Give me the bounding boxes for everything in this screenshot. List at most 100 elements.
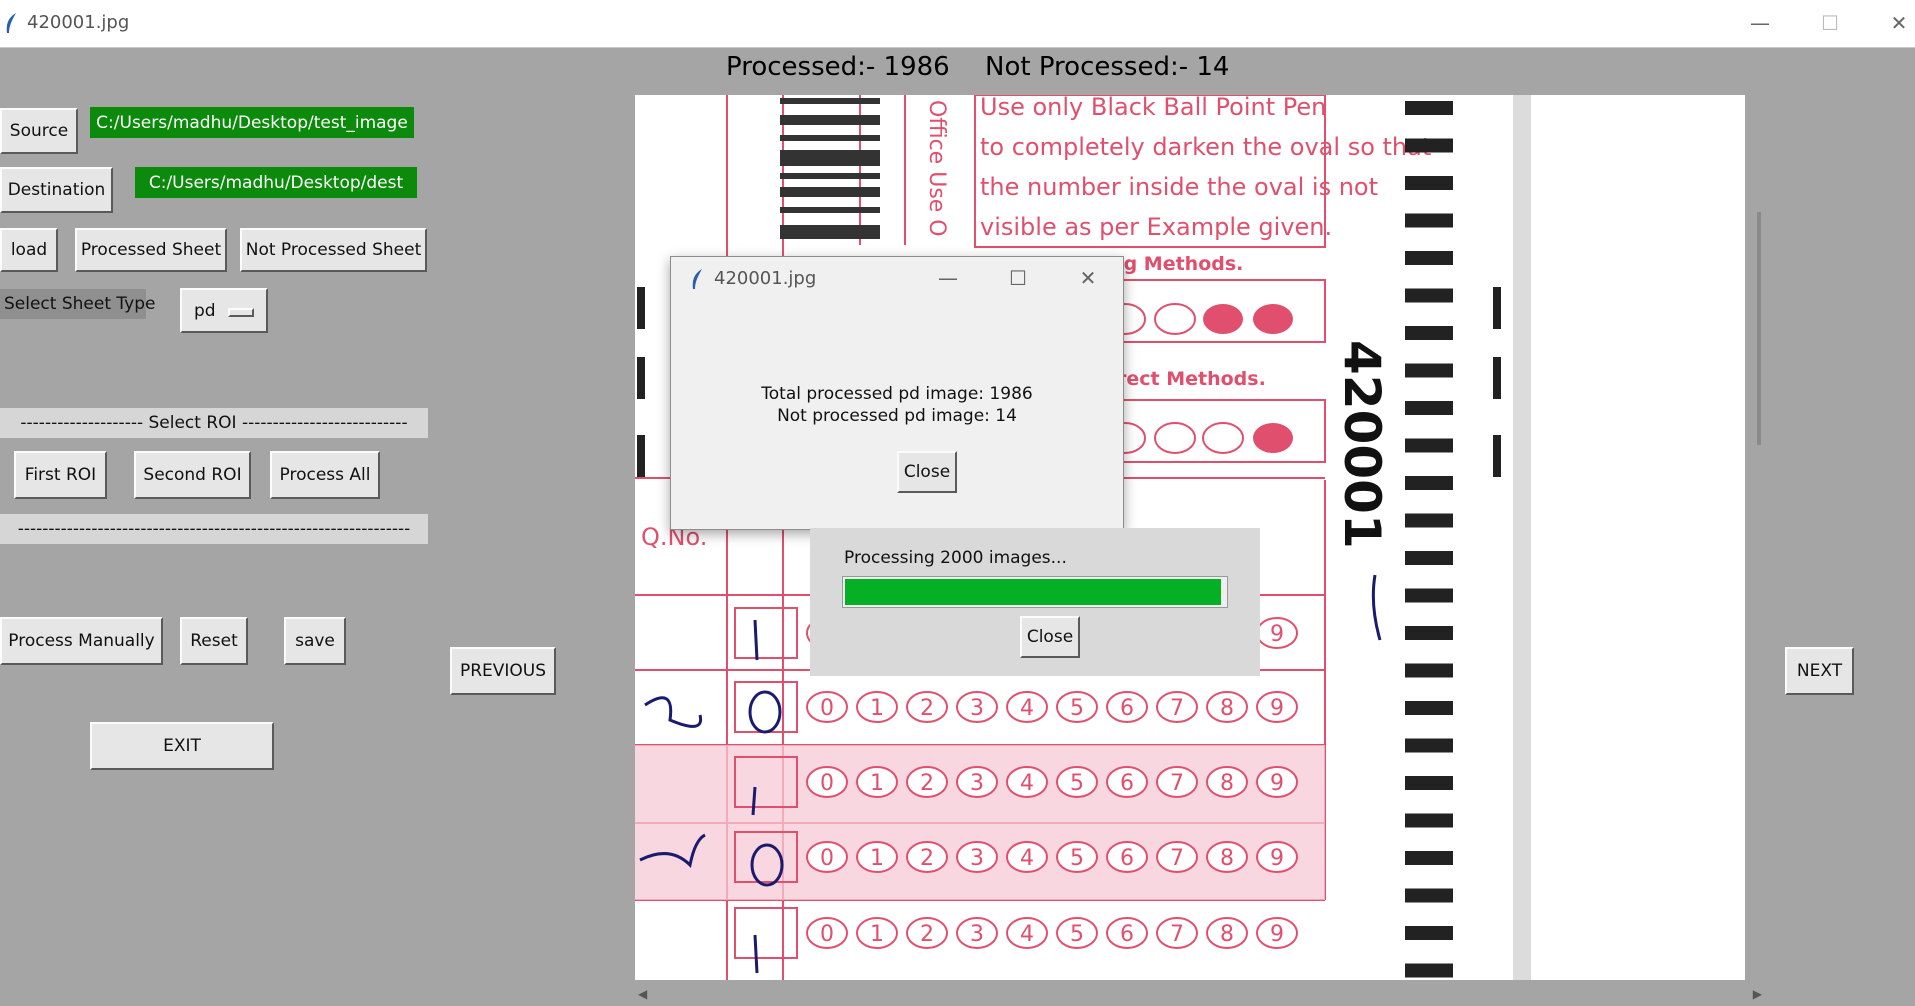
bubble-digit: 9 bbox=[1270, 771, 1284, 796]
bubble-digit: 3 bbox=[970, 922, 984, 947]
progress-bar bbox=[842, 576, 1228, 608]
timing-mark bbox=[1405, 288, 1453, 303]
dialog-minimize-icon[interactable]: — bbox=[933, 264, 963, 292]
bubble-digit: 5 bbox=[1070, 771, 1084, 796]
sheet-number: 420001 bbox=[1333, 340, 1391, 549]
dropdown-indicator-icon bbox=[228, 308, 254, 317]
previous-button[interactable]: PREVIOUS bbox=[450, 647, 556, 695]
source-button[interactable]: Source bbox=[0, 108, 78, 154]
bubble-digit: 7 bbox=[1170, 922, 1184, 947]
progress-text: Processing 2000 images... bbox=[844, 548, 1067, 568]
not-processed-count: Not Processed:- 14 bbox=[985, 52, 1230, 82]
bubble-digit: 1 bbox=[870, 922, 884, 947]
next-button[interactable]: NEXT bbox=[1785, 647, 1854, 695]
progress-window: Processing 2000 images... Close bbox=[810, 528, 1260, 676]
save-button[interactable]: save bbox=[284, 617, 346, 665]
processed-count: Processed:- 1986 bbox=[726, 52, 950, 82]
sheet-type-label: Select Sheet Type bbox=[0, 289, 155, 319]
bubble-digit: 3 bbox=[970, 846, 984, 871]
instruction-line: visible as per Example given. bbox=[980, 213, 1332, 241]
bubble-digit: 8 bbox=[1220, 771, 1234, 796]
bubble-digit: 5 bbox=[1070, 846, 1084, 871]
timing-mark bbox=[1405, 513, 1453, 528]
bubble-digit: 3 bbox=[970, 696, 984, 721]
timing-mark bbox=[1405, 926, 1453, 940]
timing-mark bbox=[1405, 588, 1453, 603]
timing-mark bbox=[1405, 213, 1453, 228]
timing-mark bbox=[1405, 776, 1453, 790]
second-roi-button[interactable]: Second ROI bbox=[134, 451, 251, 499]
process-all-button[interactable]: Process All bbox=[270, 451, 380, 499]
first-roi-button[interactable]: First ROI bbox=[14, 451, 107, 499]
bubble-digit: 4 bbox=[1020, 696, 1034, 721]
bubble-digit: 6 bbox=[1120, 771, 1134, 796]
feather-icon bbox=[6, 13, 16, 33]
sheet-type-value: pd bbox=[194, 300, 216, 321]
bubble-digit: 0 bbox=[820, 696, 834, 721]
dialog-close-button[interactable]: Close bbox=[897, 451, 957, 493]
source-path-label: C:/Users/madhu/Desktop/test_image bbox=[90, 107, 414, 138]
reset-button[interactable]: Reset bbox=[180, 617, 248, 665]
instruction-line: to completely darken the oval so that bbox=[980, 133, 1431, 161]
bubble-digit: 4 bbox=[1020, 922, 1034, 947]
bubble-digit: 1 bbox=[870, 696, 884, 721]
sheet-type-dropdown[interactable]: pd bbox=[180, 288, 268, 333]
bubble-digit: 4 bbox=[1020, 846, 1034, 871]
timing-mark bbox=[1405, 138, 1453, 153]
dialog-title: 420001.jpg bbox=[714, 268, 817, 289]
timing-mark bbox=[1405, 626, 1453, 640]
bubble-digit: 5 bbox=[1070, 922, 1084, 947]
process-manually-button[interactable]: Process Manually bbox=[0, 617, 163, 665]
bubble-digit: 8 bbox=[1220, 696, 1234, 721]
horizontal-scrollbar[interactable]: ◀ ▶ bbox=[635, 985, 1765, 1003]
correct-methods-text: rect Methods. bbox=[1117, 368, 1266, 390]
roi-separator: -------------------- Select ROI --------… bbox=[0, 408, 428, 438]
close-icon[interactable]: ✕ bbox=[1884, 9, 1914, 37]
bubble-digit: 3 bbox=[970, 771, 984, 796]
bubble-digit: 4 bbox=[1020, 771, 1034, 796]
timing-mark bbox=[1405, 813, 1453, 828]
bubble-digit: 0 bbox=[820, 922, 834, 947]
scroll-left-icon[interactable]: ◀ bbox=[638, 987, 647, 1001]
instruction-line: the number inside the oval is not bbox=[980, 173, 1378, 201]
bubble-digit: 2 bbox=[920, 846, 934, 871]
timing-mark bbox=[1405, 551, 1453, 565]
timing-mark bbox=[1405, 401, 1453, 415]
load-button[interactable]: load bbox=[0, 228, 58, 272]
bubble-digit: 0 bbox=[820, 771, 834, 796]
progress-bar-fill bbox=[845, 579, 1221, 605]
control-panel bbox=[0, 88, 435, 1006]
destination-button[interactable]: Destination bbox=[0, 167, 113, 213]
bubble-digit: 7 bbox=[1170, 696, 1184, 721]
timing-mark bbox=[1405, 851, 1453, 865]
timing-mark bbox=[1405, 701, 1453, 715]
timing-mark bbox=[1405, 738, 1453, 753]
dialog-close-icon[interactable]: ✕ bbox=[1073, 264, 1103, 292]
dialog-message-processed: Total processed pd image: 1986 bbox=[761, 384, 1033, 404]
bubble-digit: 2 bbox=[920, 922, 934, 947]
bubble-digit: 1 bbox=[870, 771, 884, 796]
timing-mark bbox=[1405, 663, 1453, 678]
dialog-message-not-processed: Not processed pd image: 14 bbox=[777, 406, 1017, 426]
info-dialog: 420001.jpg — ☐ ✕ Total processed pd imag… bbox=[670, 256, 1124, 530]
minimize-icon[interactable]: — bbox=[1745, 9, 1775, 37]
timing-mark bbox=[1405, 363, 1453, 378]
dialog-titlebar: 420001.jpg — ☐ ✕ bbox=[671, 257, 1123, 301]
bubble-digit: 7 bbox=[1170, 771, 1184, 796]
bubble-digit: 2 bbox=[920, 771, 934, 796]
status-bar: Processed:- 1986 Not Processed:- 14 bbox=[0, 48, 1915, 88]
timing-mark bbox=[1405, 888, 1453, 903]
dialog-maximize-icon[interactable]: ☐ bbox=[1003, 264, 1033, 292]
bubble-digit: 6 bbox=[1120, 696, 1134, 721]
vertical-scrollbar-thumb[interactable] bbox=[1757, 212, 1761, 445]
bubble-digit: 8 bbox=[1220, 922, 1234, 947]
processed-sheet-button[interactable]: Processed Sheet bbox=[75, 228, 227, 272]
bubble-digit: 9 bbox=[1270, 846, 1284, 871]
scroll-right-icon[interactable]: ▶ bbox=[1753, 987, 1762, 1001]
progress-close-button[interactable]: Close bbox=[1020, 616, 1080, 658]
instruction-line: Use only Black Ball Point Pen bbox=[980, 95, 1326, 121]
not-processed-sheet-button[interactable]: Not Processed Sheet bbox=[240, 228, 427, 272]
bubble-digit: 6 bbox=[1120, 846, 1134, 871]
maximize-icon[interactable]: ☐ bbox=[1815, 9, 1845, 37]
exit-button[interactable]: EXIT bbox=[90, 722, 274, 770]
